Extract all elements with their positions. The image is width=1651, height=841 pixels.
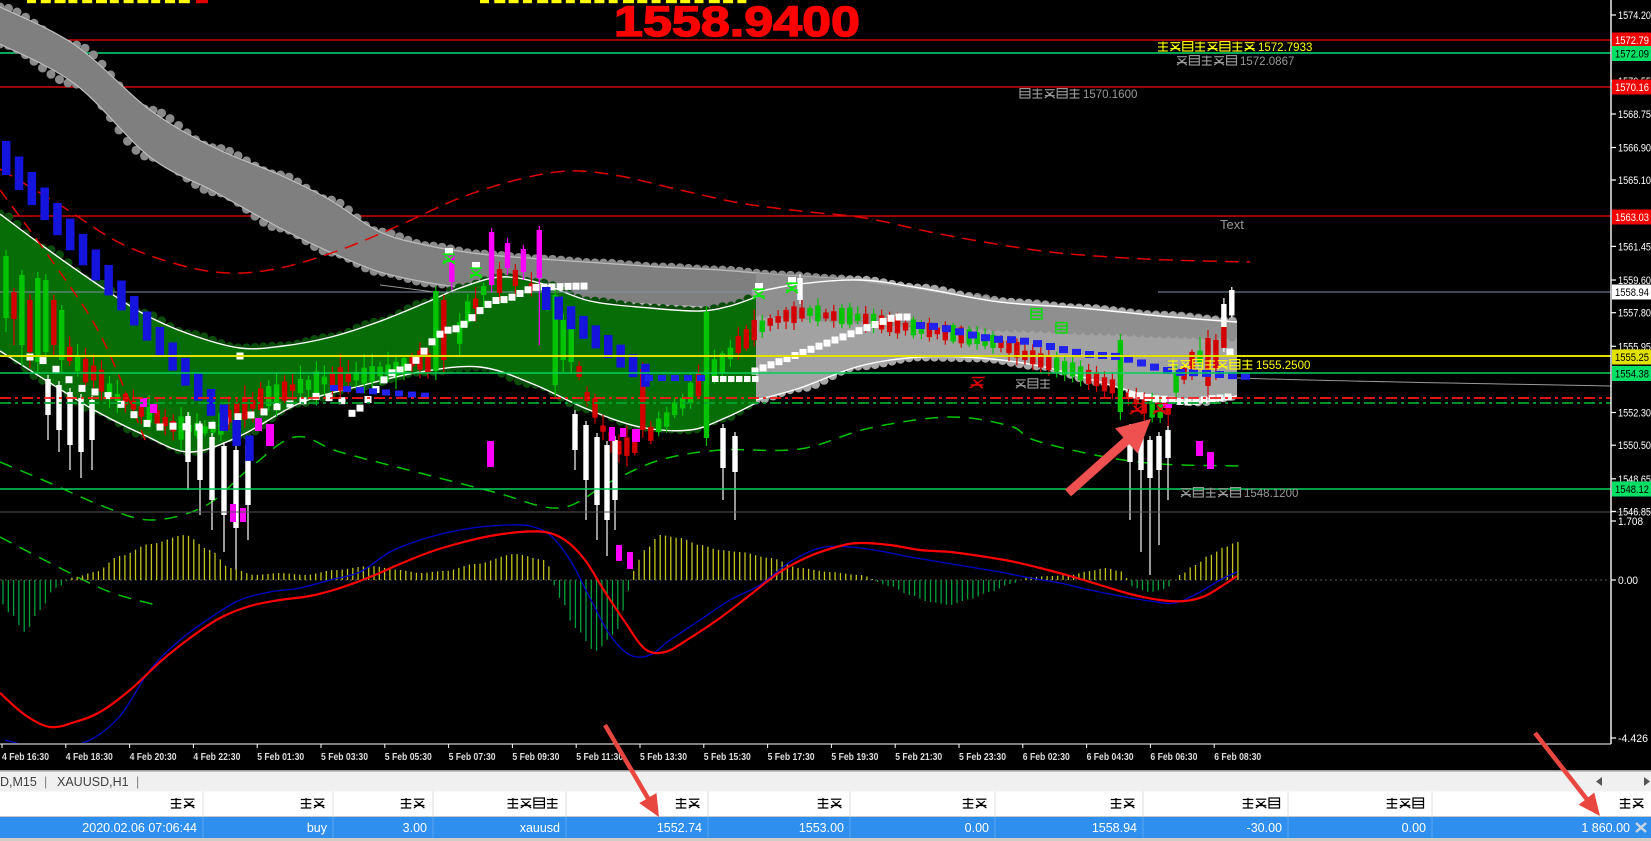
svg-text:XAUUSD,H1: XAUUSD,H1	[57, 775, 129, 789]
svg-text:6 Feb 06:30: 6 Feb 06:30	[1150, 751, 1197, 763]
svg-text:1566.90: 1566.90	[1618, 143, 1651, 155]
svg-text:buy: buy	[307, 821, 328, 835]
svg-text:-30.00: -30.00	[1247, 821, 1282, 835]
svg-text:1570.16: 1570.16	[1615, 82, 1649, 94]
svg-text:|: |	[44, 775, 47, 789]
svg-text:1552.74: 1552.74	[657, 821, 702, 835]
svg-text:2020.02.06 07:06:44: 2020.02.06 07:06:44	[82, 821, 197, 835]
svg-text:1563.03: 1563.03	[1615, 212, 1649, 224]
svg-text:1548.1200: 1548.1200	[1244, 488, 1298, 500]
svg-text:5 Feb 07:30: 5 Feb 07:30	[449, 751, 496, 763]
svg-text:1558.9400: 1558.9400	[614, 0, 860, 46]
svg-text:1.708: 1.708	[1618, 516, 1643, 528]
svg-text:3.00: 3.00	[403, 821, 427, 835]
svg-text:1572.0867: 1572.0867	[1240, 56, 1294, 68]
svg-text:5 Feb 09:30: 5 Feb 09:30	[512, 751, 559, 763]
svg-text:1 860.00: 1 860.00	[1581, 821, 1630, 835]
svg-text:5 Feb 01:30: 5 Feb 01:30	[257, 751, 304, 763]
svg-text:5 Feb 03:30: 5 Feb 03:30	[321, 751, 368, 763]
svg-text:1568.75: 1568.75	[1618, 109, 1651, 121]
svg-text:4 Feb 16:30: 4 Feb 16:30	[2, 751, 49, 763]
svg-text:5 Feb 17:30: 5 Feb 17:30	[768, 751, 815, 763]
svg-text:4 Feb 22:30: 4 Feb 22:30	[193, 751, 240, 763]
svg-text:1553.00: 1553.00	[799, 821, 844, 835]
svg-text:1555.25: 1555.25	[1615, 352, 1649, 364]
svg-text:1557.80: 1557.80	[1618, 308, 1651, 320]
svg-text:1572.7933: 1572.7933	[1258, 42, 1312, 54]
svg-text:5 Feb 11:30: 5 Feb 11:30	[576, 751, 623, 763]
svg-text:1570.1600: 1570.1600	[1083, 89, 1137, 101]
svg-text:5 Feb 15:30: 5 Feb 15:30	[704, 751, 751, 763]
svg-text:D,M15: D,M15	[0, 775, 37, 789]
svg-text:5 Feb 05:30: 5 Feb 05:30	[385, 751, 432, 763]
svg-text:6 Feb 02:30: 6 Feb 02:30	[1023, 751, 1070, 763]
svg-text:1555.2500: 1555.2500	[1256, 360, 1310, 372]
svg-text:1550.50: 1550.50	[1618, 440, 1651, 452]
svg-text:1561.45: 1561.45	[1618, 241, 1651, 253]
svg-text:xauusd: xauusd	[520, 821, 560, 835]
svg-text:1558.94: 1558.94	[1615, 287, 1649, 299]
svg-text:4 Feb 18:30: 4 Feb 18:30	[66, 751, 113, 763]
svg-text:1565.10: 1565.10	[1618, 175, 1651, 187]
svg-text:6 Feb 08:30: 6 Feb 08:30	[1214, 751, 1261, 763]
svg-text:0.00: 0.00	[965, 821, 989, 835]
svg-text:1574.20: 1574.20	[1618, 10, 1651, 22]
svg-text:1548.12: 1548.12	[1615, 484, 1649, 496]
svg-text:Text: Text	[1220, 217, 1244, 232]
svg-text:5 Feb 13:30: 5 Feb 13:30	[640, 751, 687, 763]
svg-text:-4.426: -4.426	[1618, 733, 1648, 745]
svg-text:1558.94: 1558.94	[1092, 821, 1137, 835]
svg-text:5 Feb 23:30: 5 Feb 23:30	[959, 751, 1006, 763]
svg-text:1554.38: 1554.38	[1615, 369, 1649, 381]
svg-text:4 Feb 20:30: 4 Feb 20:30	[130, 751, 177, 763]
svg-text:5 Feb 21:30: 5 Feb 21:30	[895, 751, 942, 763]
svg-text:5 Feb 19:30: 5 Feb 19:30	[831, 751, 878, 763]
svg-text:1572.79: 1572.79	[1615, 35, 1649, 47]
svg-text:1552.30: 1552.30	[1618, 408, 1651, 420]
svg-text:0.00: 0.00	[1402, 821, 1426, 835]
svg-text:6 Feb 04:30: 6 Feb 04:30	[1087, 751, 1134, 763]
svg-text:0.00: 0.00	[1618, 575, 1638, 587]
svg-text:1572.09: 1572.09	[1615, 49, 1649, 61]
svg-text:|: |	[136, 775, 139, 789]
